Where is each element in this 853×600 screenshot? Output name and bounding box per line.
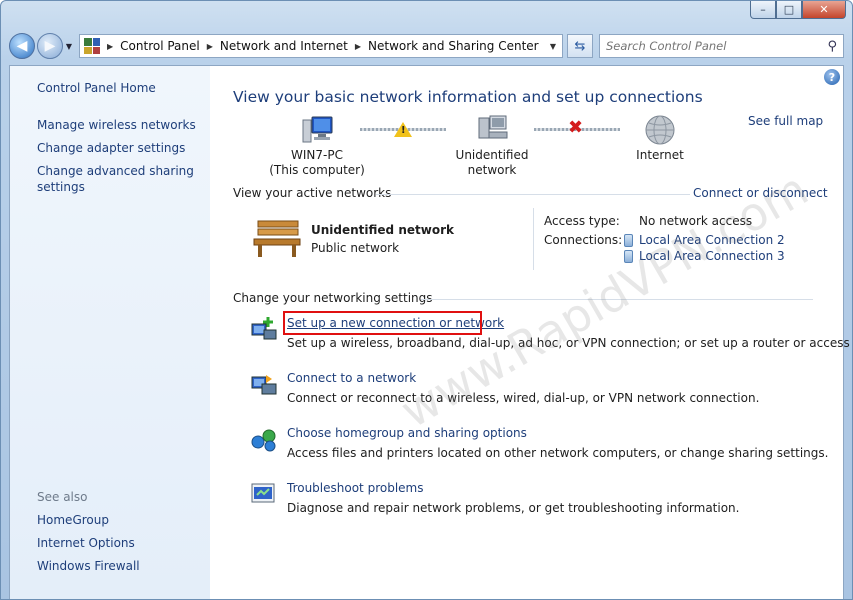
troubleshoot-icon [251, 483, 275, 503]
breadcrumb-separator-icon[interactable]: ▶ [355, 42, 361, 51]
see-also-heading: See also [37, 490, 88, 504]
maximize-button[interactable]: □ [776, 1, 802, 19]
disconnected-x-icon[interactable]: ✖ [568, 117, 583, 138]
highlight-box [283, 311, 482, 335]
globe-icon [645, 115, 675, 145]
see-also-windows-firewall[interactable]: Windows Firewall [37, 558, 140, 574]
new-connection-icon [251, 317, 277, 340]
connection-link-label: Local Area Connection 2 [639, 233, 785, 247]
see-full-map-link[interactable]: See full map [748, 114, 823, 128]
connection-link-3[interactable]: Local Area Connection 3 [624, 249, 785, 263]
active-network-name: Unidentified network [311, 223, 454, 237]
troubleshoot-desc: Diagnose and repair network problems, or… [287, 501, 740, 515]
active-network-type: Public network [311, 241, 400, 255]
see-also-list: HomeGroup Internet Options Windows Firew… [37, 512, 140, 581]
sidebar-item-change-adapter[interactable]: Change adapter settings [37, 140, 197, 156]
address-dropdown-icon[interactable]: ▼ [544, 42, 562, 51]
homegroup-sharing-desc: Access files and printers located on oth… [287, 446, 829, 460]
homegroup-sharing-link[interactable]: Choose homegroup and sharing options [287, 426, 527, 440]
connections-label: Connections: [544, 233, 623, 247]
warning-icon: ! [394, 122, 412, 137]
map-node-network[interactable]: Unidentified network [432, 114, 552, 178]
control-panel-icon [84, 38, 100, 54]
sidebar-item-advanced-sharing[interactable]: Change advanced sharing settings [37, 163, 197, 195]
connection-link-label: Local Area Connection 3 [639, 249, 785, 263]
breadcrumb-control-panel[interactable]: Control Panel [120, 39, 200, 53]
address-bar[interactable]: ▶ Control Panel ▶ Network and Internet ▶… [79, 34, 563, 58]
caption-buttons: – □ ✕ [750, 1, 846, 19]
close-button[interactable]: ✕ [802, 1, 846, 19]
homegroup-icon [251, 429, 276, 452]
troubleshoot-link[interactable]: Troubleshoot problems [287, 481, 423, 495]
map-node-computer: WIN7-PC (This computer) [262, 114, 372, 178]
navigation-bar: ◀ ▶ ▼ ▶ Control Panel ▶ Network and Inte… [9, 33, 844, 59]
arrow-left-icon: ◀ [16, 38, 28, 54]
search-box[interactable]: ⚲ [599, 34, 844, 58]
breadcrumb-separator-icon[interactable]: ▶ [207, 42, 213, 51]
main-panel: View your basic network information and … [210, 66, 852, 599]
network-label: Unidentified network [455, 148, 529, 177]
sidebar-control-panel-home[interactable]: Control Panel Home [37, 81, 156, 95]
access-type-value: No network access [639, 214, 753, 228]
chevron-down-icon: ▼ [65, 41, 73, 51]
breadcrumb-separator-icon[interactable]: ▶ [107, 42, 113, 51]
active-networks-heading: View your active networks [233, 186, 392, 200]
refresh-button[interactable]: ⇆ [567, 34, 593, 58]
computer-icon [302, 116, 333, 143]
network-adapter-icon [624, 233, 633, 247]
public-network-bench-icon [253, 220, 301, 257]
network-sharing-center-window: – □ ✕ ◀ ▶ ▼ ▶ Control Panel ▶ Network an… [0, 0, 853, 600]
connection-link-2[interactable]: Local Area Connection 2 [624, 233, 785, 247]
arrow-right-icon: ▶ [44, 38, 56, 54]
computer-name: WIN7-PC [291, 148, 343, 162]
sidebar-task-list: Manage wireless networks Change adapter … [37, 117, 197, 202]
content-area: Control Panel Home Manage wireless netwo… [9, 65, 852, 599]
connect-network-desc: Connect or reconnect to a wireless, wire… [287, 391, 760, 405]
breadcrumb-network-sharing-center[interactable]: Network and Sharing Center [368, 39, 539, 53]
forward-button[interactable]: ▶ [37, 33, 63, 59]
network-adapter-icon [624, 249, 633, 263]
connect-or-disconnect-link[interactable]: Connect or disconnect [693, 186, 828, 200]
connect-network-link[interactable]: Connect to a network [287, 371, 416, 385]
vertical-divider [533, 208, 534, 270]
search-input[interactable] [606, 39, 828, 53]
setup-connection-desc: Set up a wireless, broadband, dial-up, a… [287, 336, 853, 350]
section-divider [421, 299, 813, 300]
back-button[interactable]: ◀ [9, 33, 35, 59]
breadcrumb-network-and-internet[interactable]: Network and Internet [220, 39, 348, 53]
network-icon [478, 115, 508, 139]
search-icon[interactable]: ⚲ [827, 39, 837, 54]
computer-subtitle: (This computer) [269, 163, 365, 177]
connect-network-icon [251, 375, 277, 395]
page-title: View your basic network information and … [233, 88, 703, 106]
change-settings-heading: Change your networking settings [233, 291, 433, 305]
recent-pages-button[interactable]: ▼ [63, 33, 75, 59]
refresh-icon: ⇆ [574, 38, 586, 54]
sidebar: Control Panel Home Manage wireless netwo… [10, 66, 210, 599]
access-type-label: Access type: [544, 214, 620, 228]
sidebar-item-manage-wireless[interactable]: Manage wireless networks [37, 117, 197, 133]
see-also-internet-options[interactable]: Internet Options [37, 535, 140, 551]
minimize-button[interactable]: – [750, 1, 776, 19]
section-divider [376, 194, 690, 195]
internet-label: Internet [636, 148, 684, 162]
see-also-homegroup[interactable]: HomeGroup [37, 512, 140, 528]
map-node-internet[interactable]: Internet [620, 114, 700, 163]
